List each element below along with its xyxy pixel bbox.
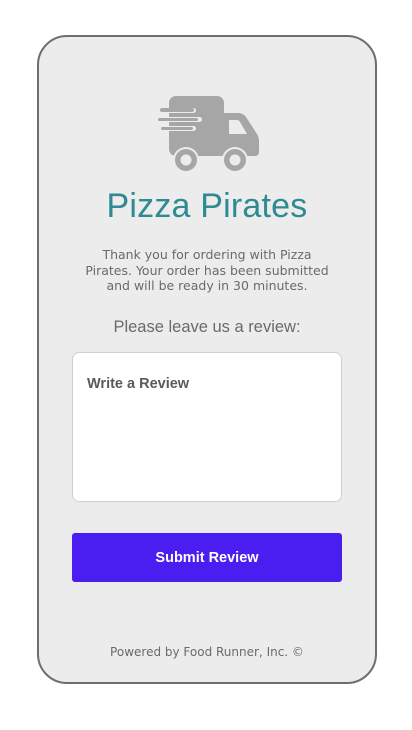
review-prompt: Please leave us a review: <box>113 318 301 336</box>
review-textarea[interactable] <box>73 353 341 501</box>
delivery-truck-icon <box>158 96 259 173</box>
order-confirmation-message: Thank you for ordering with Pizza Pirate… <box>85 247 329 293</box>
submit-review-button[interactable]: Submit Review <box>72 533 342 582</box>
app-frame: Pizza Pirates Thank you for ordering wit… <box>37 35 377 684</box>
brand-title: Pizza Pirates <box>106 187 308 225</box>
footer-powered-by: Powered by Food Runner, Inc. © <box>110 645 304 659</box>
review-textarea-container <box>72 352 342 502</box>
